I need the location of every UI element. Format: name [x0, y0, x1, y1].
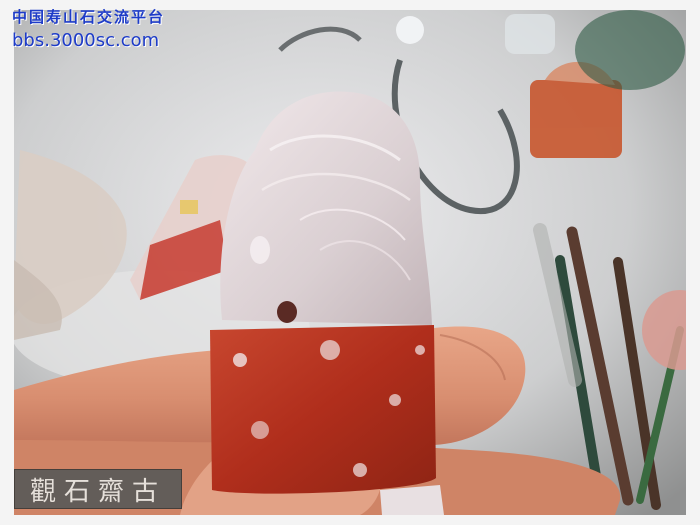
- photo: [0, 0, 700, 525]
- seal-hole: [277, 301, 297, 323]
- calligraphy-stamp: 觀石齋古: [14, 469, 182, 509]
- watermark-url: bbs.3000sc.com: [12, 30, 160, 51]
- stamp-text: 觀石齋古: [29, 476, 166, 507]
- photo-frame: 中国寿山石交流平台 bbs.3000sc.com 觀石齋古: [0, 0, 700, 525]
- watermark-title: 中国寿山石交流平台: [12, 8, 166, 26]
